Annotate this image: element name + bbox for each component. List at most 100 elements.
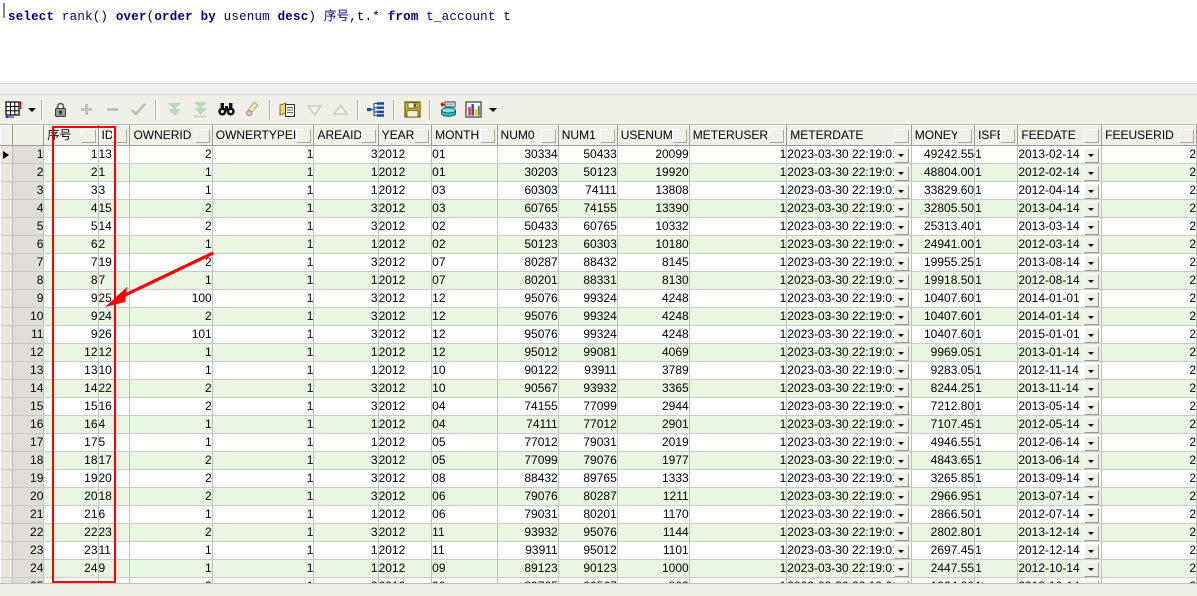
cell-ownertypeid[interactable]: 1 bbox=[212, 253, 315, 272]
cell-areaid[interactable]: 3 bbox=[313, 253, 379, 272]
cell-num1[interactable]: 93911 bbox=[558, 361, 618, 380]
cell-money[interactable]: 33829.60 bbox=[911, 181, 976, 200]
cell-areaid[interactable]: 1 bbox=[313, 271, 379, 290]
cell-xuhao[interactable]: 22 bbox=[43, 523, 99, 542]
cell-year[interactable]: 2012 bbox=[378, 253, 433, 272]
cell-feeuserid[interactable]: 2 bbox=[1101, 343, 1197, 362]
row-current-marker[interactable] bbox=[0, 415, 13, 434]
cell-num1[interactable]: 77099 bbox=[558, 397, 618, 416]
cell-meteruserid[interactable]: 1 bbox=[689, 487, 788, 506]
cell-usenum[interactable]: 1211 bbox=[617, 487, 690, 506]
cell-areaid[interactable]: 1 bbox=[313, 343, 379, 362]
cell-num0[interactable]: 77099 bbox=[497, 451, 559, 470]
save-icon[interactable] bbox=[400, 98, 424, 122]
cell-feedate[interactable]: 2014-01-01 bbox=[1017, 289, 1103, 308]
cell-dropdown-arrow-icon[interactable] bbox=[1084, 364, 1100, 379]
cell-money[interactable]: 19918.50 bbox=[911, 271, 976, 290]
cell-id[interactable]: 15 bbox=[98, 199, 131, 218]
cell-meterdate[interactable]: 2023-03-30 22:19:01 bbox=[786, 181, 912, 200]
explain-plan-icon[interactable] bbox=[364, 98, 388, 122]
table-row[interactable]: 21 21 6 1 1 1 2012 06 79031 80201 1170 1 2023-03-30 … bbox=[0, 505, 1197, 524]
cell-areaid[interactable]: 3 bbox=[313, 145, 379, 164]
cell-usenum[interactable]: 4248 bbox=[617, 325, 690, 344]
cell-feeuserid[interactable]: 2 bbox=[1101, 379, 1197, 398]
cell-feedate[interactable]: 2012-06-14 bbox=[1017, 433, 1103, 452]
cell-ownerid[interactable]: 1 bbox=[129, 181, 213, 200]
cell-areaid[interactable]: 1 bbox=[313, 235, 379, 254]
cell-month[interactable]: 12 bbox=[431, 307, 498, 326]
cell-dropdown-arrow-icon[interactable] bbox=[1084, 508, 1100, 523]
cell-meteruserid[interactable]: 1 bbox=[689, 433, 788, 452]
row-number[interactable]: 9 bbox=[12, 289, 45, 308]
cell-year[interactable]: 2012 bbox=[378, 523, 433, 542]
cell-num1[interactable]: 95012 bbox=[558, 541, 618, 560]
row-number[interactable]: 11 bbox=[12, 325, 45, 344]
cell-year[interactable]: 2012 bbox=[378, 361, 433, 380]
cell-isfee[interactable]: 1 bbox=[974, 325, 1019, 344]
table-row[interactable]: 6 6 2 1 1 1 2012 02 50123 60303 10180 1 2023-03-30 2… bbox=[0, 235, 1197, 254]
cell-feeuserid[interactable]: 2 bbox=[1101, 451, 1197, 470]
cell-month[interactable]: 10 bbox=[431, 379, 498, 398]
cell-areaid[interactable]: 3 bbox=[313, 217, 379, 236]
cell-meteruserid[interactable]: 1 bbox=[689, 325, 788, 344]
cell-feedate[interactable]: 2013-11-14 bbox=[1017, 379, 1103, 398]
cell-ownerid[interactable]: 2 bbox=[129, 523, 213, 542]
cell-num1[interactable]: 80287 bbox=[558, 487, 618, 506]
cell-meteruserid[interactable]: 1 bbox=[689, 361, 788, 380]
cell-id[interactable]: 12 bbox=[98, 343, 131, 362]
table-row[interactable]: 24 24 9 1 1 1 2012 09 89123 90123 1000 1 2023-03-30 … bbox=[0, 559, 1197, 578]
cell-isfee[interactable]: 1 bbox=[974, 505, 1019, 524]
cell-isfee[interactable]: 1 bbox=[974, 253, 1019, 272]
cell-num1[interactable]: 60303 bbox=[558, 235, 618, 254]
cell-feeuserid[interactable]: 2 bbox=[1101, 415, 1197, 434]
cell-dropdown-arrow-icon[interactable] bbox=[893, 436, 909, 451]
column-header-num0[interactable]: NUM0 bbox=[496, 125, 559, 146]
results-toolbar[interactable] bbox=[0, 95, 1197, 125]
cell-id[interactable]: 13 bbox=[98, 145, 131, 164]
cell-money[interactable]: 2697.45 bbox=[911, 541, 976, 560]
cell-areaid[interactable]: 1 bbox=[313, 559, 379, 578]
cell-money[interactable]: 10407.60 bbox=[911, 307, 976, 326]
cell-num0[interactable]: 30334 bbox=[497, 145, 559, 164]
cell-ownerid[interactable]: 2 bbox=[129, 253, 213, 272]
cell-num0[interactable]: 80201 bbox=[497, 271, 559, 290]
column-header-isfee[interactable]: ISFEE bbox=[974, 125, 1019, 146]
cell-dropdown-arrow-icon[interactable] bbox=[1084, 562, 1100, 577]
cell-areaid[interactable]: 3 bbox=[313, 451, 379, 470]
row-current-marker[interactable] bbox=[0, 289, 13, 308]
cell-ownerid[interactable]: 2 bbox=[129, 469, 213, 488]
cell-dropdown-arrow-icon[interactable] bbox=[1084, 418, 1100, 433]
chart-dropdown-arrow[interactable] bbox=[487, 98, 498, 122]
cell-num1[interactable]: 79076 bbox=[558, 451, 618, 470]
column-sort-box-num1[interactable] bbox=[599, 129, 615, 143]
cell-meterdate[interactable]: 2023-03-30 22:19:01 bbox=[786, 451, 912, 470]
cell-feedate[interactable]: 2013-01-14 bbox=[1017, 343, 1103, 362]
cell-id[interactable]: 6 bbox=[98, 505, 131, 524]
cell-isfee[interactable]: 1 bbox=[974, 343, 1019, 362]
cell-id[interactable]: 23 bbox=[98, 523, 131, 542]
cell-year[interactable]: 2012 bbox=[378, 505, 433, 524]
cell-isfee[interactable]: 1 bbox=[974, 469, 1019, 488]
cell-areaid[interactable]: 3 bbox=[313, 289, 379, 308]
row-number[interactable]: 18 bbox=[12, 451, 45, 470]
cell-usenum[interactable]: 2019 bbox=[617, 433, 690, 452]
cell-ownertypeid[interactable]: 1 bbox=[212, 505, 315, 524]
cell-feedate[interactable]: 2015-01-01 bbox=[1017, 325, 1103, 344]
cell-dropdown-arrow-icon[interactable] bbox=[893, 400, 909, 415]
cell-xuhao[interactable]: 6 bbox=[43, 235, 99, 254]
cell-dropdown-arrow-icon[interactable] bbox=[893, 328, 909, 343]
column-header-meteruserid[interactable]: METERUSERID bbox=[688, 125, 788, 146]
cell-xuhao[interactable]: 3 bbox=[43, 181, 99, 200]
cell-feeuserid[interactable]: 2 bbox=[1101, 361, 1197, 380]
cell-ownertypeid[interactable]: 1 bbox=[212, 271, 315, 290]
cell-num0[interactable]: 90122 bbox=[497, 361, 559, 380]
column-sort-box-feeuserid[interactable] bbox=[1179, 129, 1194, 143]
row-number[interactable]: 17 bbox=[12, 433, 45, 452]
cell-areaid[interactable]: 1 bbox=[313, 541, 379, 560]
cell-usenum[interactable]: 2944 bbox=[617, 397, 690, 416]
table-row[interactable]: 22 22 23 2 1 3 2012 11 93932 95076 1144 1 2023-03-30… bbox=[0, 523, 1197, 542]
cell-ownerid[interactable]: 2 bbox=[129, 397, 213, 416]
cell-year[interactable]: 2012 bbox=[378, 217, 433, 236]
row-number[interactable]: 24 bbox=[12, 559, 45, 578]
cell-num0[interactable]: 50123 bbox=[497, 235, 559, 254]
